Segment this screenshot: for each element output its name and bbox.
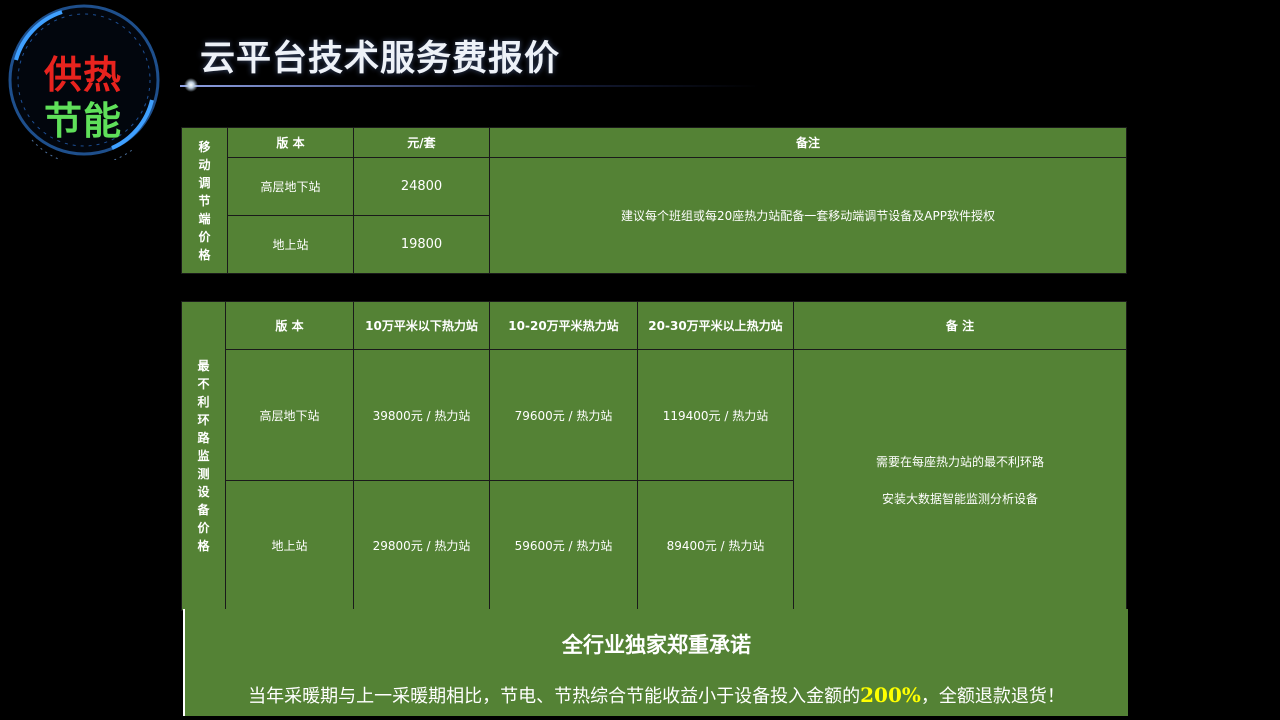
title-underline — [180, 85, 760, 87]
table2-note-line2: 安装大数据智能监测分析设备 — [881, 492, 1038, 506]
promise-title: 全行业独家郑重承诺 — [562, 632, 751, 657]
table2-note-line1: 需要在每座热力站的最不利环路 — [875, 455, 1044, 469]
table2-row2-c1: 29800元 / 热力站 — [353, 480, 490, 611]
table1-row2-price: 19800 — [353, 215, 490, 274]
promise-text: 当年采暖期与上一采暖期相比，节电、节热综合节能收益小于设备投入金额的200%，全… — [185, 682, 1128, 708]
table2-note: 需要在每座热力站的最不利环路 安装大数据智能监测分析设备 — [793, 349, 1127, 611]
table2-header-under-10: 10万平米以下热力站 — [353, 301, 490, 350]
page-title: 云平台技术服务费报价 — [200, 39, 561, 79]
mobile-terminal-price-table: 移动调节端价格 版 本 元/套 备注 高层地下站 24800 建议每个班组或每2… — [181, 127, 1127, 274]
table1-row1-version: 高层地下站 — [227, 157, 354, 216]
promise-text-after: ，全额退款退货！ — [920, 686, 1065, 707]
table2-header-version: 版 本 — [225, 301, 354, 350]
table2-row1-c1: 39800元 / 热力站 — [353, 349, 490, 481]
table2-header-10-20: 10-20万平米热力站 — [489, 301, 638, 350]
table1-header-price: 元/套 — [353, 127, 490, 158]
table2-header-note: 备 注 — [793, 301, 1127, 350]
table1-row1-price: 24800 — [353, 157, 490, 216]
table1-header-version: 版 本 — [227, 127, 354, 158]
promise-highlight: 200% — [860, 683, 921, 707]
table1-header-note: 备注 — [489, 127, 1127, 158]
table2-header-20-30: 20-30万平米以上热力站 — [637, 301, 794, 350]
table2-row1-c2: 79600元 / 热力站 — [489, 349, 638, 481]
table1-note: 建议每个班组或每20座热力站配备一套移动端调节设备及APP软件授权 — [489, 157, 1127, 274]
table1-side-label: 移动调节端价格 — [181, 127, 228, 274]
table2-row1-version: 高层地下站 — [225, 349, 354, 481]
table2-row2-version: 地上站 — [225, 480, 354, 611]
table2-row2-c3: 89400元 / 热力站 — [637, 480, 794, 611]
table2-row2-c2: 59600元 / 热力站 — [489, 480, 638, 611]
table1-row2-version: 地上站 — [227, 215, 354, 274]
table2-side-label: 最不利环路监测设备价格 — [181, 301, 226, 611]
promise-text-before: 当年采暖期与上一采暖期相比，节电、节热综合节能收益小于设备投入金额的 — [248, 686, 861, 707]
logo: 供热 节能 — [2, 0, 164, 160]
logo-line-2: 节能 — [43, 99, 122, 143]
table2-row1-c3: 119400元 / 热力站 — [637, 349, 794, 481]
worst-loop-monitor-price-table: 最不利环路监测设备价格 版 本 10万平米以下热力站 10-20万平米热力站 2… — [181, 301, 1127, 611]
sparkle-icon — [184, 78, 198, 92]
promise-banner: 全行业独家郑重承诺 当年采暖期与上一采暖期相比，节电、节热综合节能收益小于设备投… — [183, 609, 1128, 716]
